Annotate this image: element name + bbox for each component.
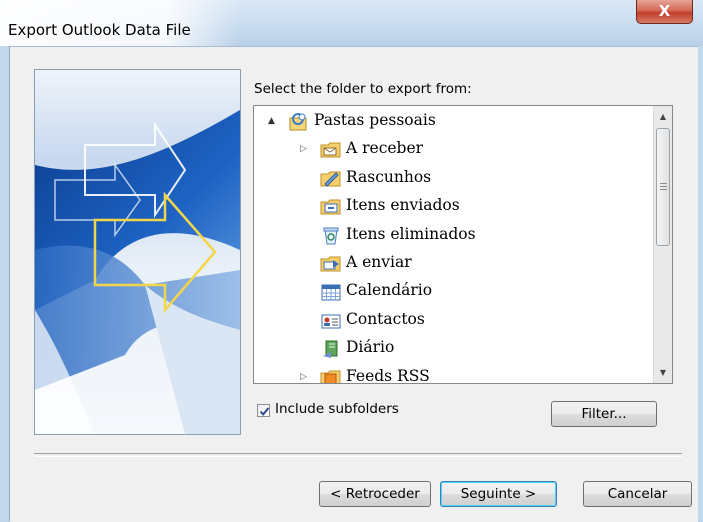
window-left-border (0, 46, 10, 521)
tree-item-label: Itens enviados (346, 196, 460, 215)
personal-folders-icon (288, 112, 310, 132)
rss-feeds-folder-icon (320, 368, 342, 383)
tree-vertical-scrollbar[interactable]: ▲ ▼ (653, 106, 672, 383)
checkmark-icon (259, 407, 270, 416)
back-button[interactable]: < Retroceder (319, 481, 431, 507)
wizard-arrows-graphic (35, 70, 240, 434)
tree-item[interactable]: ▷ Feeds RSS (254, 364, 652, 384)
window-right-border (698, 46, 703, 521)
tree-item[interactable]: Calendário (254, 278, 652, 306)
scrollbar-grip-icon (660, 183, 667, 192)
journal-folder-icon (320, 339, 342, 359)
next-button[interactable]: Seguinte > (440, 481, 557, 507)
calendar-folder-icon (320, 282, 342, 302)
cancel-button[interactable]: Cancelar (583, 481, 692, 507)
sent-items-folder-icon (320, 197, 342, 217)
tree-item-label: Rascunhos (346, 167, 432, 186)
scrollbar-thumb[interactable] (656, 128, 670, 246)
tree-item[interactable]: ▲ Pastas pessoais (254, 108, 652, 136)
filter-button[interactable]: Filter... (551, 401, 657, 427)
include-subfolders-checkbox[interactable] (257, 404, 270, 417)
collapse-triangle-icon[interactable]: ▲ (268, 116, 275, 126)
inbox-folder-icon (320, 140, 342, 160)
outbox-folder-icon (320, 254, 342, 274)
tree-item-label: Calendário (346, 281, 433, 300)
tree-item-label: Pastas pessoais (314, 111, 436, 129)
expand-triangle-icon[interactable]: ▷ (300, 144, 307, 154)
tree-item[interactable]: Itens enviados (254, 193, 652, 221)
scroll-down-arrow-icon[interactable]: ▼ (654, 364, 672, 381)
dialog-body: Select the folder to export from: ▲ Pasta… (10, 46, 698, 522)
tree-item-label: Contactos (346, 309, 425, 328)
select-folder-label: Select the folder to export from: (254, 81, 472, 97)
tree-item[interactable]: Itens eliminados (254, 222, 652, 250)
tree-item[interactable]: Contactos (254, 307, 652, 335)
scroll-up-arrow-icon[interactable]: ▲ (654, 108, 672, 125)
tree-item-label: A enviar (346, 253, 412, 271)
folder-tree[interactable]: ▲ Pastas pessoais ▷ A receber Rascunhos Itens… (253, 105, 673, 384)
include-subfolders-label[interactable]: Include subfolders (275, 401, 399, 417)
tree-item-label: Diário (346, 338, 395, 357)
drafts-folder-icon (320, 169, 342, 189)
deleted-items-folder-icon (320, 226, 342, 246)
tree-item[interactable]: ▷ A receber (254, 136, 652, 164)
window-title: Export Outlook Data File (8, 21, 191, 39)
tree-item[interactable]: A enviar (254, 250, 652, 278)
close-icon: X (658, 2, 671, 20)
tree-item-label: Feeds RSS (346, 366, 430, 384)
button-separator (34, 453, 682, 457)
close-button[interactable]: X (636, 0, 693, 24)
tree-item-label: A receber (346, 139, 424, 158)
contacts-folder-icon (320, 311, 342, 331)
tree-item[interactable]: Rascunhos (254, 165, 652, 193)
tree-item[interactable]: Diário (254, 335, 652, 363)
title-bar: Export Outlook Data File X (0, 0, 703, 46)
tree-item-label: Itens eliminados (346, 224, 476, 243)
expand-triangle-icon[interactable]: ▷ (300, 372, 307, 382)
wizard-banner-image (34, 69, 241, 435)
